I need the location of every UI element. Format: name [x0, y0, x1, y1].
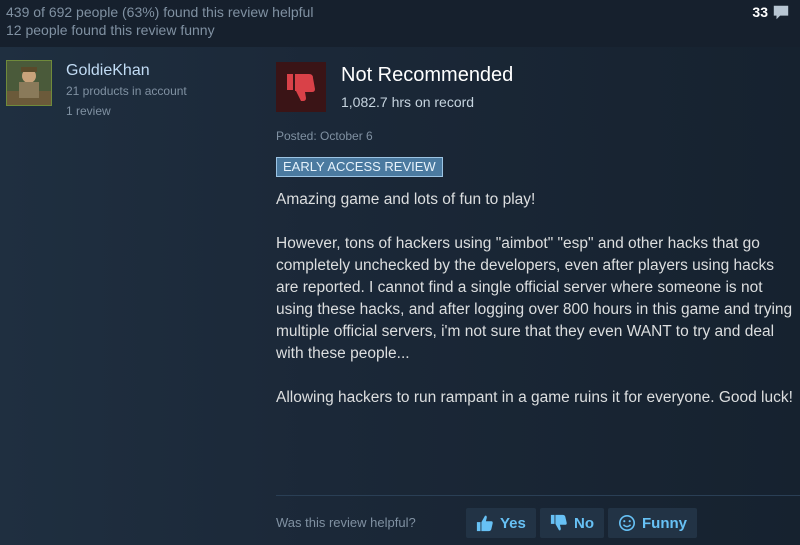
- speech-bubble-icon: [773, 5, 789, 20]
- recommendation-title[interactable]: Not Recommended: [341, 64, 513, 87]
- avatar-image: [7, 61, 51, 105]
- author-products[interactable]: 21 products in account: [66, 84, 187, 98]
- funny-summary: 12 people found this review funny: [6, 22, 215, 38]
- divider: [276, 495, 800, 496]
- helpful-summary: 439 of 692 people (63%) found this revie…: [6, 4, 314, 20]
- helpful-question: Was this review helpful?: [276, 515, 416, 530]
- vote-funny-button[interactable]: Funny: [608, 508, 697, 538]
- review-card: GoldieKhan 21 products in account 1 revi…: [0, 47, 800, 545]
- vote-yes-button[interactable]: Yes: [466, 508, 536, 538]
- thumbs-down-icon: [550, 514, 567, 531]
- early-access-badge: EARLY ACCESS REVIEW: [276, 157, 443, 177]
- author-name[interactable]: GoldieKhan: [66, 62, 150, 80]
- vote-yes-label: Yes: [500, 514, 526, 532]
- review-text: Amazing game and lots of fun to play! Ho…: [276, 189, 796, 431]
- comment-count: 33: [752, 4, 768, 20]
- vote-no-label: No: [574, 514, 594, 532]
- posted-date: Posted: October 6: [276, 129, 373, 143]
- thumbs-down-icon: [276, 62, 326, 112]
- vote-no-button[interactable]: No: [540, 508, 604, 538]
- hours-on-record: 1,082.7 hrs on record: [341, 94, 475, 110]
- vote-funny-label: Funny: [642, 514, 687, 532]
- review-paragraph: Allowing hackers to run rampant in a gam…: [276, 389, 793, 406]
- thumbs-up-icon: [476, 515, 493, 532]
- avatar[interactable]: [6, 60, 52, 106]
- comment-count-link[interactable]: 33: [752, 3, 790, 21]
- review-paragraph: However, tons of hackers using "aimbot" …: [276, 235, 793, 362]
- smiley-icon: [618, 514, 636, 532]
- author-reviews[interactable]: 1 review: [66, 104, 111, 118]
- review-vote-summary-bar: 439 of 692 people (63%) found this revie…: [0, 0, 800, 47]
- review-paragraph: Amazing game and lots of fun to play!: [276, 191, 536, 208]
